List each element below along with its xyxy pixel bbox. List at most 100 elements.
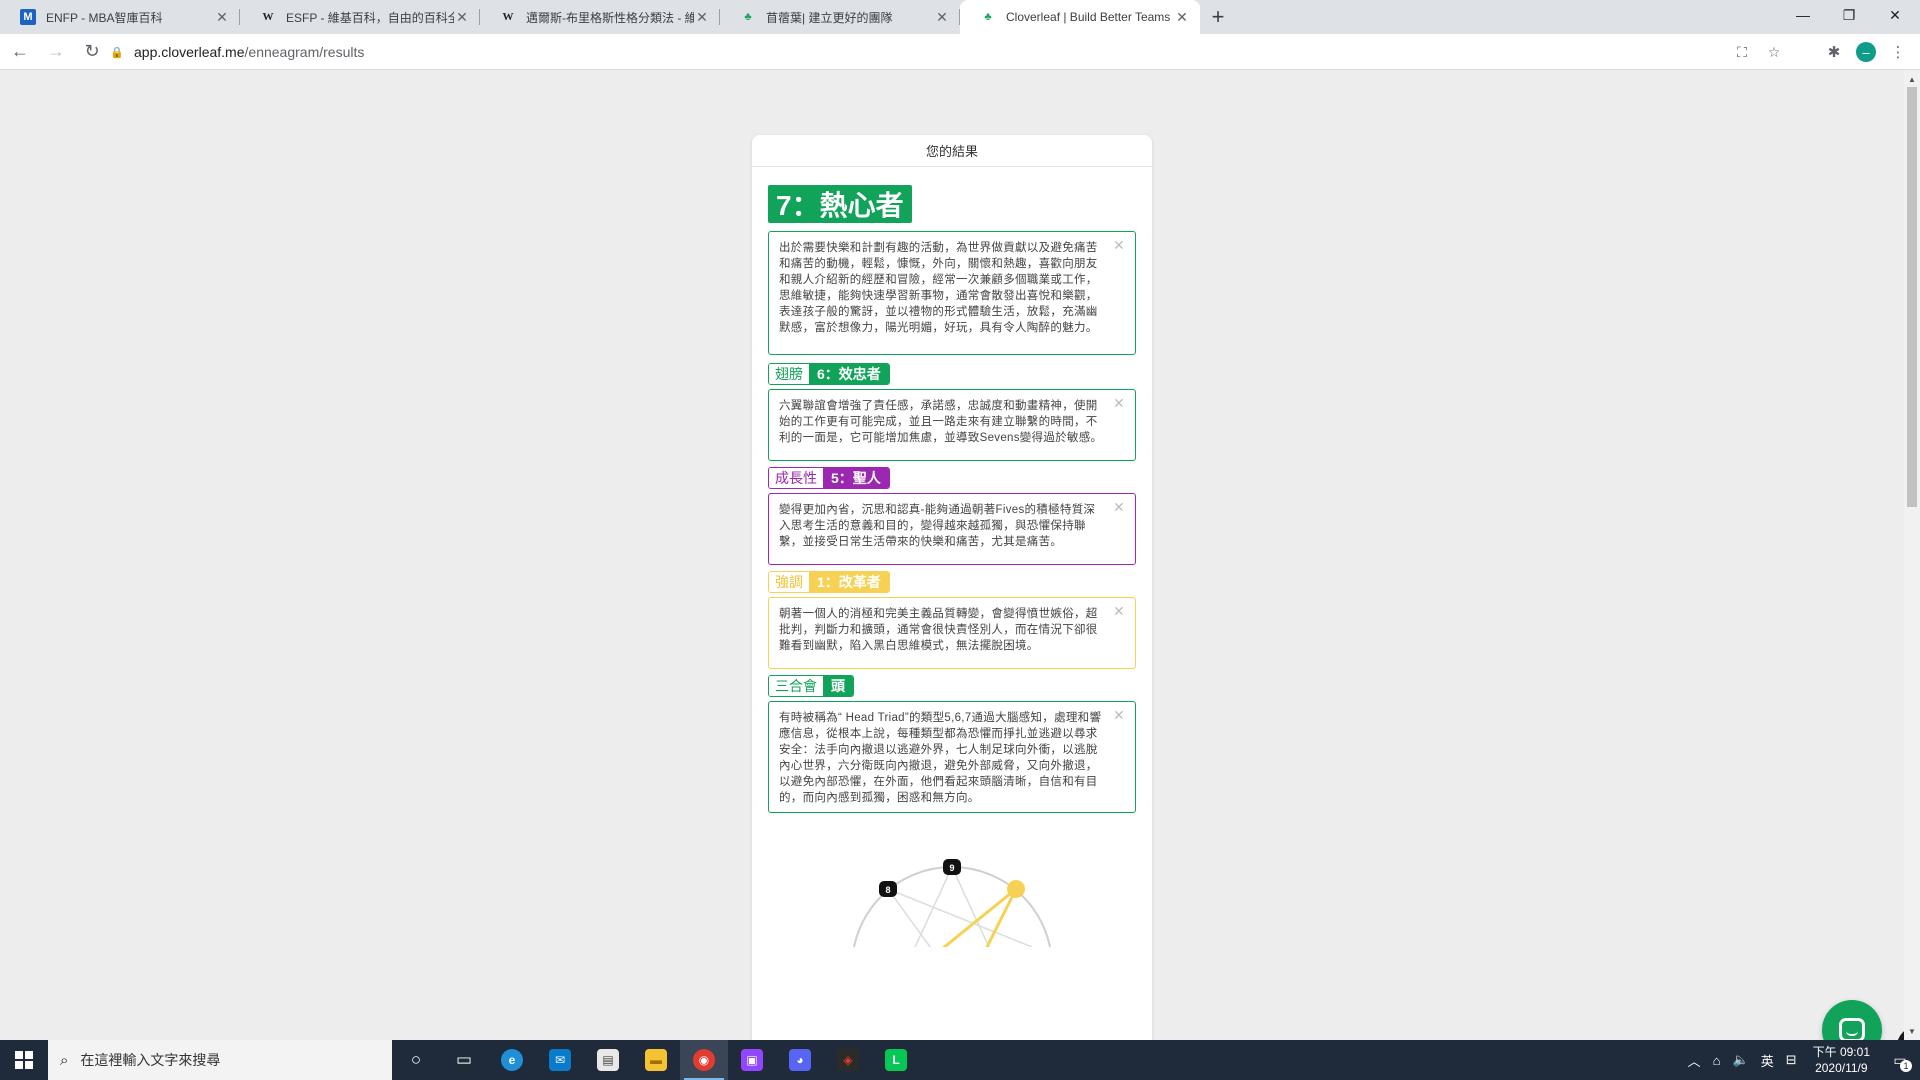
close-icon[interactable]: ✕ — [1113, 708, 1125, 722]
extensions-icon[interactable]: ✱ — [1822, 40, 1846, 64]
ime-icon[interactable]: ⊟ — [1780, 1052, 1803, 1068]
triad-description: 有時被稱為“ Head Triad”的類型5,6,7通過大腦感知，處理和響應信息… — [779, 712, 1102, 804]
browser-tab[interactable]: M ENFP - MBA智庫百科 ✕ — [0, 0, 240, 34]
language-indicator[interactable]: 英 — [1755, 1051, 1780, 1070]
stress-value: 1：改革者 — [809, 572, 889, 592]
clock[interactable]: 下午 09:01 2020/11/9 — [1803, 1044, 1880, 1076]
new-tab-button[interactable]: + — [1200, 0, 1236, 34]
stress-description-box: ✕ 朝著一個人的消極和完美主義品質轉變，會變得憤世嫉俗，超批判，判斷力和擴頭，通… — [768, 597, 1136, 669]
close-icon[interactable]: ✕ — [1113, 238, 1125, 252]
type-description: 出於需要快樂和計劃有趣的活動，為世界做貢獻以及避免痛苦和痛苦的動機，輕鬆，慷慨，… — [779, 242, 1098, 334]
page-scrollbar[interactable]: ▲ ▼ — [1904, 71, 1920, 1040]
stress-label: 強調 1：改革者 — [768, 571, 890, 593]
edge-icon[interactable]: e — [488, 1040, 536, 1080]
scroll-thumb[interactable] — [1907, 87, 1917, 507]
close-icon[interactable]: ✕ — [214, 9, 230, 25]
store-icon[interactable]: ▤ — [584, 1040, 632, 1080]
menu-icon[interactable]: ⋮ — [1886, 40, 1910, 64]
system-tray: ︿ ⌂ 🔈 英 ⊟ 下午 09:01 2020/11/9 ▭ 1 — [1682, 1040, 1920, 1080]
growth-label: 成長性 5：聖人 — [768, 467, 890, 489]
wing-label: 翅膀 6：效忠者 — [768, 363, 890, 385]
close-icon[interactable]: ✕ — [1113, 396, 1125, 410]
lock-icon[interactable]: 🔒 — [110, 46, 126, 59]
notification-icon[interactable]: ▭ 1 — [1880, 1040, 1920, 1080]
type-title: 7：熱心者 — [768, 185, 912, 223]
garena-icon[interactable]: ◈ — [824, 1040, 872, 1080]
profile-avatar[interactable]: – — [1854, 40, 1878, 64]
tab-title: 苜蓿葉| 建立更好的團隊 — [766, 10, 893, 25]
chat-icon — [1839, 1018, 1865, 1040]
side-collapse-tab[interactable]: ‹ — [1897, 1027, 1904, 1040]
browser-tab[interactable]: ♣ 苜蓿葉| 建立更好的團隊 ✕ — [720, 0, 960, 34]
star-icon[interactable]: ☆ — [1758, 44, 1790, 61]
page-viewport: 您的結果 7：熱心者 ✕ 出於需要快樂和計劃有趣的活動，為世界做貢獻以及避免痛苦… — [0, 71, 1904, 1040]
close-icon[interactable]: ✕ — [1174, 9, 1190, 25]
close-icon[interactable]: ✕ — [934, 9, 950, 25]
growth-value: 5：聖人 — [823, 468, 889, 488]
results-card: 您的結果 7：熱心者 ✕ 出於需要快樂和計劃有趣的活動，為世界做貢獻以及避免痛苦… — [752, 135, 1152, 1040]
wing-value: 6：效忠者 — [809, 364, 889, 384]
line-icon[interactable]: L — [872, 1040, 920, 1080]
close-icon[interactable]: ✕ — [694, 9, 710, 25]
twitch-icon[interactable]: ▣ — [728, 1040, 776, 1080]
mail-icon[interactable]: ✉ — [536, 1040, 584, 1080]
stress-description: 朝著一個人的消極和完美主義品質轉變，會變得憤世嫉俗，超批判，判斷力和擴頭，通常會… — [779, 608, 1098, 652]
wing-description: 六翼聯誼會增強了責任感，承諾感，忠誠度和動畫精神，使開始的工作更有可能完成，並且… — [779, 400, 1103, 444]
forward-button[interactable]: → — [40, 36, 72, 68]
scroll-up-arrow[interactable]: ▲ — [1908, 75, 1916, 84]
file-explorer-icon[interactable]: ▬ — [632, 1040, 680, 1080]
windows-icon — [15, 1051, 33, 1069]
browser-tab-active[interactable]: ♣ Cloverleaf | Build Better Teams ✕ — [960, 0, 1200, 34]
triad-value: 頭 — [823, 676, 853, 696]
triad-key: 三合會 — [769, 676, 823, 696]
browser-tab[interactable]: W 邁爾斯-布里格斯性格分類法 - 維基百科 ✕ — [480, 0, 720, 34]
tab-title: Cloverleaf | Build Better Teams — [1006, 10, 1171, 24]
close-icon[interactable]: ✕ — [454, 9, 470, 25]
leaf-icon: ♣ — [984, 11, 992, 23]
tab-title: ENFP - MBA智庫百科 — [46, 10, 163, 25]
toolbar: ← → ↻ 🔒 app.cloverleaf.me/enneagram/resu… — [0, 34, 1920, 70]
reload-button[interactable]: ↻ — [76, 36, 108, 68]
enneagram-highlight-line — [941, 887, 1017, 947]
growth-description: 變得更加內省，沉思和認真-能夠通過朝著Fives的積極特質深入思考生活的意義和目… — [779, 504, 1096, 548]
back-button[interactable]: ← — [4, 36, 36, 68]
growth-description-box: ✕ 變得更加內省，沉思和認真-能夠通過朝著Fives的積極特質深入思考生活的意義… — [768, 493, 1136, 565]
triad-label: 三合會 頭 — [768, 675, 854, 697]
chat-button[interactable] — [1822, 1000, 1882, 1040]
start-button[interactable] — [0, 1040, 48, 1080]
volume-icon[interactable]: 🔈 — [1727, 1052, 1755, 1068]
translate-icon[interactable]: ⛶ — [1726, 44, 1758, 61]
search-icon: ⌕ — [60, 1051, 69, 1069]
m-icon: M — [20, 9, 36, 25]
close-icon[interactable]: ✕ — [1113, 500, 1125, 514]
wing-description-box: ✕ 六翼聯誼會增強了責任感，承諾感，忠誠度和動畫精神，使開始的工作更有可能完成，… — [768, 389, 1136, 461]
w-icon: W — [502, 11, 514, 23]
leaf-icon: ♣ — [744, 11, 752, 23]
chevron-up-icon[interactable]: ︿ — [1682, 1051, 1707, 1070]
address-bar[interactable]: 🔒 app.cloverleaf.me/enneagram/results ⛶ … — [110, 38, 1790, 66]
clock-time: 下午 09:01 — [1812, 1045, 1870, 1059]
minimize-button[interactable]: — — [1780, 0, 1826, 30]
taskbar-search[interactable]: ⌕ 在這裡輸入文字來搜尋 — [48, 1040, 392, 1080]
cortana-icon[interactable]: ○ — [392, 1040, 440, 1080]
chrome-icon[interactable]: ◉ — [680, 1040, 728, 1080]
tab-title: 邁爾斯-布里格斯性格分類法 - 維基百科 — [526, 10, 694, 25]
windows-taskbar: ⌕ 在這裡輸入文字來搜尋 ○ ▭ e ✉ ▤ ▬ ◉ ▣ ◕ ◈ L ︿ ⌂ 🔈… — [0, 1040, 1920, 1080]
close-icon[interactable]: ✕ — [1113, 604, 1125, 618]
network-icon[interactable]: ⌂ — [1707, 1053, 1727, 1068]
w-icon: W — [262, 11, 274, 23]
scroll-down-arrow[interactable]: ▼ — [1908, 1027, 1916, 1036]
wing-key: 翅膀 — [769, 364, 809, 384]
triad-description-box: ✕ 有時被稱為“ Head Triad”的類型5,6,7通過大腦感知，處理和響應… — [768, 701, 1136, 813]
results-header: 您的結果 — [752, 135, 1152, 167]
task-view-icon[interactable]: ▭ — [440, 1040, 488, 1080]
browser-tab[interactable]: W ESFP - 維基百科，自由的百科全書 ✕ — [240, 0, 480, 34]
enneagram-node-highlight — [1007, 880, 1025, 898]
restore-button[interactable]: ❐ — [1826, 0, 1872, 30]
window-close-button[interactable]: ✕ — [1872, 0, 1918, 30]
enneagram-diagram: 9 8 — [853, 859, 1051, 947]
tab-title: ESFP - 維基百科，自由的百科全書 — [286, 10, 454, 25]
url-host: app.cloverleaf.me — [134, 44, 245, 60]
discord-icon[interactable]: ◕ — [776, 1040, 824, 1080]
growth-key: 成長性 — [769, 468, 823, 488]
